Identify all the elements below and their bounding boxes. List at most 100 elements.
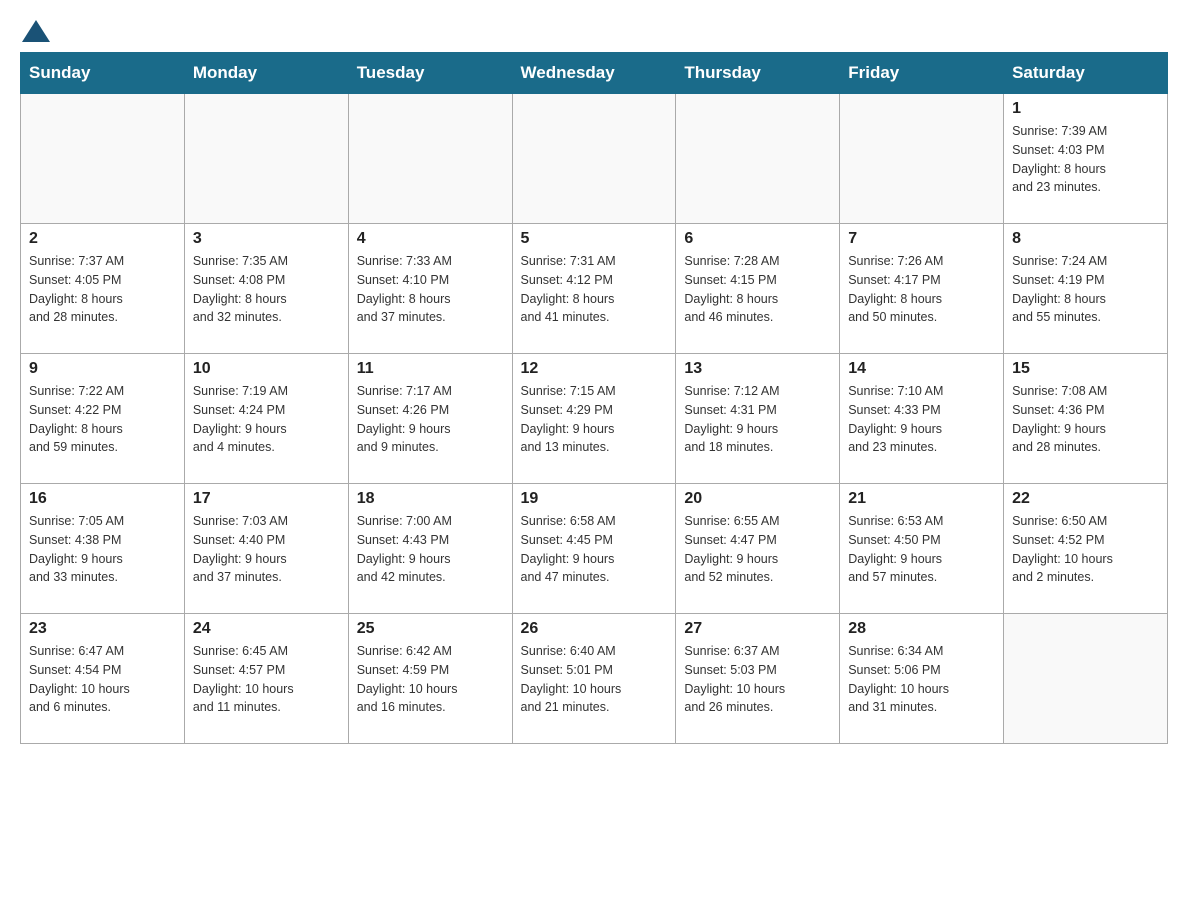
day-number: 16 bbox=[29, 490, 176, 508]
day-cell: 22 Sunrise: 6:50 AM Sunset: 4:52 PM Dayli… bbox=[1004, 484, 1168, 614]
day-cell: 2Sunrise: 7:37 AM Sunset: 4:05 PM Daylig… bbox=[21, 224, 185, 354]
day-info: Sunrise: 7:28 AM Sunset: 4:15 PM Dayligh… bbox=[684, 252, 831, 327]
day-number: 17 bbox=[193, 490, 340, 508]
day-number: 14 bbox=[848, 360, 995, 378]
day-cell: 16Sunrise: 7:05 AM Sunset: 4:38 PM Dayli… bbox=[21, 484, 185, 614]
day-cell: 26 Sunrise: 6:40 AM Sunset: 5:01 PM Dayli… bbox=[512, 614, 676, 744]
day-info: Sunrise: 6:42 AM Sunset: 4:59 PM Dayligh… bbox=[357, 642, 504, 717]
calendar-header: SundayMondayTuesdayWednesdayThursdayFrid… bbox=[21, 53, 1168, 94]
day-info: Sunrise: 6:34 AM Sunset: 5:06 PM Dayligh… bbox=[848, 642, 995, 717]
day-cell bbox=[676, 94, 840, 224]
day-number: 9 bbox=[29, 360, 176, 378]
day-cell: 1 Sunrise: 7:39 AM Sunset: 4:03 PM Daylig… bbox=[1004, 94, 1168, 224]
day-info: Sunrise: 6:47 AM Sunset: 4:54 PM Dayligh… bbox=[29, 642, 176, 717]
day-info: Sunrise: 7:31 AM Sunset: 4:12 PM Dayligh… bbox=[521, 252, 668, 327]
day-number: 18 bbox=[357, 490, 504, 508]
day-info: Sunrise: 7:35 AM Sunset: 4:08 PM Dayligh… bbox=[193, 252, 340, 327]
day-info: Sunrise: 7:00 AM Sunset: 4:43 PM Dayligh… bbox=[357, 512, 504, 587]
day-number: 24 bbox=[193, 620, 340, 638]
day-number: 19 bbox=[521, 490, 668, 508]
day-cell: 9 Sunrise: 7:22 AM Sunset: 4:22 PM Daylig… bbox=[21, 354, 185, 484]
logo bbox=[20, 20, 52, 42]
header-cell-sunday: Sunday bbox=[21, 53, 185, 94]
day-cell: 10 Sunrise: 7:19 AM Sunset: 4:24 PM Dayli… bbox=[184, 354, 348, 484]
day-cell bbox=[348, 94, 512, 224]
week-row-0: 1 Sunrise: 7:39 AM Sunset: 4:03 PM Daylig… bbox=[21, 94, 1168, 224]
day-info: Sunrise: 7:08 AM Sunset: 4:36 PM Dayligh… bbox=[1012, 382, 1159, 457]
day-cell bbox=[840, 94, 1004, 224]
day-info: Sunrise: 7:39 AM Sunset: 4:03 PM Dayligh… bbox=[1012, 122, 1159, 197]
day-cell: 4 Sunrise: 7:33 AM Sunset: 4:10 PM Daylig… bbox=[348, 224, 512, 354]
day-cell bbox=[1004, 614, 1168, 744]
day-info: Sunrise: 6:50 AM Sunset: 4:52 PM Dayligh… bbox=[1012, 512, 1159, 587]
day-cell: 7 Sunrise: 7:26 AM Sunset: 4:17 PM Daylig… bbox=[840, 224, 1004, 354]
day-cell bbox=[21, 94, 185, 224]
day-cell: 24 Sunrise: 6:45 AM Sunset: 4:57 PM Dayli… bbox=[184, 614, 348, 744]
day-cell bbox=[512, 94, 676, 224]
day-number: 27 bbox=[684, 620, 831, 638]
day-number: 1 bbox=[1012, 100, 1159, 118]
day-cell: 28Sunrise: 6:34 AM Sunset: 5:06 PM Dayli… bbox=[840, 614, 1004, 744]
day-info: Sunrise: 7:24 AM Sunset: 4:19 PM Dayligh… bbox=[1012, 252, 1159, 327]
day-cell: 11 Sunrise: 7:17 AM Sunset: 4:26 PM Dayli… bbox=[348, 354, 512, 484]
day-info: Sunrise: 6:53 AM Sunset: 4:50 PM Dayligh… bbox=[848, 512, 995, 587]
calendar-table: SundayMondayTuesdayWednesdayThursdayFrid… bbox=[20, 52, 1168, 744]
week-row-2: 9 Sunrise: 7:22 AM Sunset: 4:22 PM Daylig… bbox=[21, 354, 1168, 484]
header-row: SundayMondayTuesdayWednesdayThursdayFrid… bbox=[21, 53, 1168, 94]
day-number: 13 bbox=[684, 360, 831, 378]
day-number: 26 bbox=[521, 620, 668, 638]
day-cell: 27 Sunrise: 6:37 AM Sunset: 5:03 PM Dayli… bbox=[676, 614, 840, 744]
day-cell: 17 Sunrise: 7:03 AM Sunset: 4:40 PM Dayli… bbox=[184, 484, 348, 614]
day-info: Sunrise: 6:58 AM Sunset: 4:45 PM Dayligh… bbox=[521, 512, 668, 587]
day-info: Sunrise: 7:19 AM Sunset: 4:24 PM Dayligh… bbox=[193, 382, 340, 457]
day-number: 3 bbox=[193, 230, 340, 248]
day-cell: 19 Sunrise: 6:58 AM Sunset: 4:45 PM Dayli… bbox=[512, 484, 676, 614]
day-number: 20 bbox=[684, 490, 831, 508]
day-info: Sunrise: 7:12 AM Sunset: 4:31 PM Dayligh… bbox=[684, 382, 831, 457]
day-info: Sunrise: 7:33 AM Sunset: 4:10 PM Dayligh… bbox=[357, 252, 504, 327]
page-header bbox=[20, 20, 1168, 42]
day-number: 15 bbox=[1012, 360, 1159, 378]
header-cell-wednesday: Wednesday bbox=[512, 53, 676, 94]
header-cell-tuesday: Tuesday bbox=[348, 53, 512, 94]
day-info: Sunrise: 6:37 AM Sunset: 5:03 PM Dayligh… bbox=[684, 642, 831, 717]
day-info: Sunrise: 6:55 AM Sunset: 4:47 PM Dayligh… bbox=[684, 512, 831, 587]
day-cell: 25 Sunrise: 6:42 AM Sunset: 4:59 PM Dayli… bbox=[348, 614, 512, 744]
week-row-4: 23 Sunrise: 6:47 AM Sunset: 4:54 PM Dayli… bbox=[21, 614, 1168, 744]
day-info: Sunrise: 7:17 AM Sunset: 4:26 PM Dayligh… bbox=[357, 382, 504, 457]
day-cell: 14 Sunrise: 7:10 AM Sunset: 4:33 PM Dayli… bbox=[840, 354, 1004, 484]
day-info: Sunrise: 6:45 AM Sunset: 4:57 PM Dayligh… bbox=[193, 642, 340, 717]
day-info: Sunrise: 7:37 AM Sunset: 4:05 PM Dayligh… bbox=[29, 252, 176, 327]
day-number: 11 bbox=[357, 360, 504, 378]
day-info: Sunrise: 7:26 AM Sunset: 4:17 PM Dayligh… bbox=[848, 252, 995, 327]
day-number: 12 bbox=[521, 360, 668, 378]
logo-triangle-icon bbox=[22, 20, 50, 42]
header-cell-monday: Monday bbox=[184, 53, 348, 94]
day-number: 10 bbox=[193, 360, 340, 378]
day-cell: 18 Sunrise: 7:00 AM Sunset: 4:43 PM Dayli… bbox=[348, 484, 512, 614]
day-number: 22 bbox=[1012, 490, 1159, 508]
day-cell: 20 Sunrise: 6:55 AM Sunset: 4:47 PM Dayli… bbox=[676, 484, 840, 614]
day-number: 7 bbox=[848, 230, 995, 248]
day-cell: 23 Sunrise: 6:47 AM Sunset: 4:54 PM Dayli… bbox=[21, 614, 185, 744]
day-number: 4 bbox=[357, 230, 504, 248]
header-cell-saturday: Saturday bbox=[1004, 53, 1168, 94]
calendar-body: 1 Sunrise: 7:39 AM Sunset: 4:03 PM Daylig… bbox=[21, 94, 1168, 744]
day-number: 21 bbox=[848, 490, 995, 508]
day-number: 8 bbox=[1012, 230, 1159, 248]
header-cell-thursday: Thursday bbox=[676, 53, 840, 94]
day-info: Sunrise: 7:15 AM Sunset: 4:29 PM Dayligh… bbox=[521, 382, 668, 457]
day-info: Sunrise: 7:03 AM Sunset: 4:40 PM Dayligh… bbox=[193, 512, 340, 587]
day-number: 5 bbox=[521, 230, 668, 248]
day-cell: 15 Sunrise: 7:08 AM Sunset: 4:36 PM Dayli… bbox=[1004, 354, 1168, 484]
day-cell bbox=[184, 94, 348, 224]
day-info: Sunrise: 7:10 AM Sunset: 4:33 PM Dayligh… bbox=[848, 382, 995, 457]
week-row-3: 16Sunrise: 7:05 AM Sunset: 4:38 PM Dayli… bbox=[21, 484, 1168, 614]
day-cell: 5 Sunrise: 7:31 AM Sunset: 4:12 PM Daylig… bbox=[512, 224, 676, 354]
day-cell: 6Sunrise: 7:28 AM Sunset: 4:15 PM Daylig… bbox=[676, 224, 840, 354]
day-number: 23 bbox=[29, 620, 176, 638]
day-info: Sunrise: 6:40 AM Sunset: 5:01 PM Dayligh… bbox=[521, 642, 668, 717]
day-cell: 8 Sunrise: 7:24 AM Sunset: 4:19 PM Daylig… bbox=[1004, 224, 1168, 354]
day-number: 25 bbox=[357, 620, 504, 638]
day-info: Sunrise: 7:22 AM Sunset: 4:22 PM Dayligh… bbox=[29, 382, 176, 457]
